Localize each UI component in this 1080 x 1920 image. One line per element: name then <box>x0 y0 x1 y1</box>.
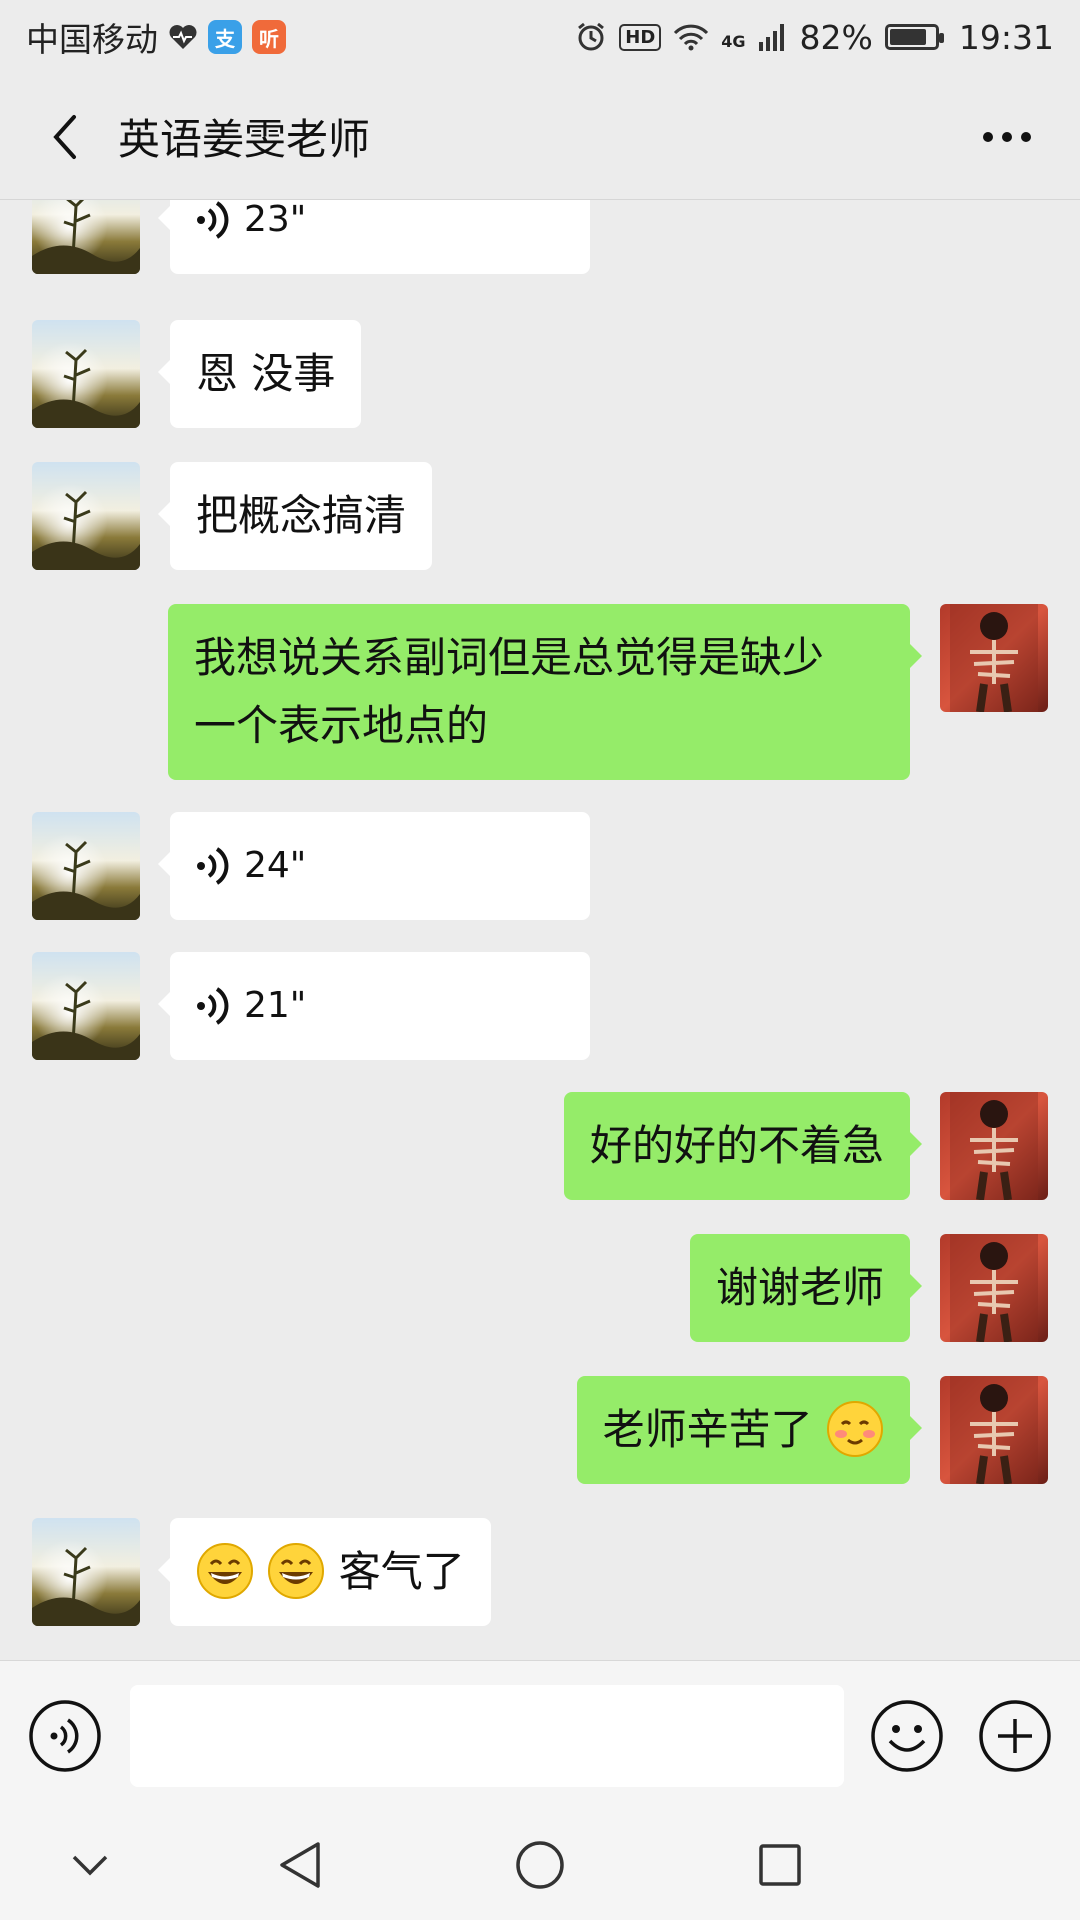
text-message-bubble[interactable]: 把概念搞清 <box>157 462 433 570</box>
chat-title: 英语姜雯老师 <box>118 115 371 164</box>
back-arrow-icon <box>53 114 76 159</box>
self-avatar[interactable] <box>940 1376 1048 1484</box>
text-message-bubble[interactable]: 恩 没事 <box>157 320 362 428</box>
listen-app-icon: 听 <box>252 20 286 54</box>
voice-message-bubble[interactable]: 23" <box>158 200 590 274</box>
message-list[interactable]: 23" 恩 没事 把概念搞清 我想说关系副词但是总觉得是缺少 一个表示地点的 2… <box>0 200 1080 1660</box>
nav-home-button[interactable] <box>505 1835 575 1895</box>
emoji-icon <box>871 1700 943 1772</box>
back-button[interactable] <box>30 102 100 172</box>
text-message-bubble[interactable]: 我想说关系副词但是总觉得是缺少 一个表示地点的 <box>168 604 922 780</box>
voice-mode-icon <box>29 1700 101 1772</box>
circle-home-icon <box>516 1841 564 1889</box>
triangle-back-icon <box>280 1842 320 1888</box>
more-functions-button[interactable] <box>978 1699 1052 1773</box>
text-message-bubble[interactable]: 老师辛苦了 <box>576 1376 923 1484</box>
text-message-bubble[interactable]: 好的好的不着急 <box>563 1092 923 1200</box>
self-avatar[interactable] <box>940 1234 1048 1342</box>
battery-percent: 82% <box>799 17 873 57</box>
voice-message-bubble[interactable]: 24" <box>158 812 590 920</box>
hd-badge: HD <box>619 23 662 51</box>
wifi-icon <box>673 23 709 51</box>
more-dots-icon <box>983 131 1031 142</box>
voice-duration: 24" <box>244 845 307 886</box>
chat-header: 英语姜雯老师 <box>0 74 1080 200</box>
voice-mode-button[interactable] <box>28 1699 102 1773</box>
contact-avatar[interactable] <box>32 200 140 274</box>
voice-wave-icon <box>197 201 229 239</box>
contact-avatar[interactable] <box>32 462 140 570</box>
message-text: 老师辛苦了 <box>602 1405 813 1454</box>
voice-wave-icon <box>197 987 229 1025</box>
voice-duration: 23" <box>244 200 307 240</box>
self-avatar[interactable] <box>940 604 1048 712</box>
voice-message-bubble[interactable]: 21" <box>158 952 590 1060</box>
message-text: 恩 没事 <box>196 349 336 398</box>
emoji-button[interactable] <box>870 1699 944 1773</box>
alipay-app-icon: 支 <box>208 20 242 54</box>
contact-avatar[interactable] <box>32 320 140 428</box>
network-type-label: 4G <box>721 31 746 51</box>
contact-avatar[interactable] <box>32 812 140 920</box>
blush-emoji-icon <box>827 1400 883 1457</box>
chevron-down-icon <box>72 1855 108 1876</box>
grin-emoji-icon <box>268 1542 325 1599</box>
nav-recents-button[interactable] <box>745 1835 815 1895</box>
contact-avatar[interactable] <box>32 1518 140 1626</box>
text-message-bubble[interactable]: 谢谢老师 <box>689 1234 923 1342</box>
signal-icon <box>758 22 788 52</box>
grin-emoji-icon <box>197 1542 253 1599</box>
contact-avatar[interactable] <box>32 952 140 1060</box>
message-text: 客气了 <box>338 1547 465 1596</box>
alarm-icon <box>575 21 607 53</box>
message-text: 谢谢老师 <box>715 1263 884 1312</box>
message-input[interactable] <box>130 1685 844 1787</box>
more-options-button[interactable] <box>972 107 1042 167</box>
self-avatar[interactable] <box>940 1092 1048 1200</box>
plus-icon <box>979 1700 1051 1772</box>
battery-icon <box>884 24 944 50</box>
collapse-nav-button[interactable] <box>55 1835 125 1895</box>
system-nav-bar <box>0 1810 1080 1920</box>
text-message-bubble[interactable]: 客气了 <box>158 1518 491 1626</box>
input-bar <box>0 1660 1080 1810</box>
message-text: 把概念搞清 <box>196 491 407 540</box>
voice-wave-icon <box>197 847 229 885</box>
status-bar: 中国移动 支 听 HD 4G 82% 19:31 <box>0 0 1080 74</box>
voice-duration: 21" <box>244 985 307 1026</box>
nav-back-button[interactable] <box>265 1835 335 1895</box>
message-text-line-1: 我想说关系副词但是总觉得是缺少 <box>194 633 825 682</box>
message-text: 好的好的不着急 <box>589 1121 884 1170</box>
carrier-label: 中国移动 <box>26 20 158 59</box>
health-heart-icon <box>168 24 198 50</box>
message-text-line-2: 一个表示地点的 <box>194 701 489 750</box>
square-recents-icon <box>759 1844 801 1886</box>
clock: 19:31 <box>958 17 1054 57</box>
